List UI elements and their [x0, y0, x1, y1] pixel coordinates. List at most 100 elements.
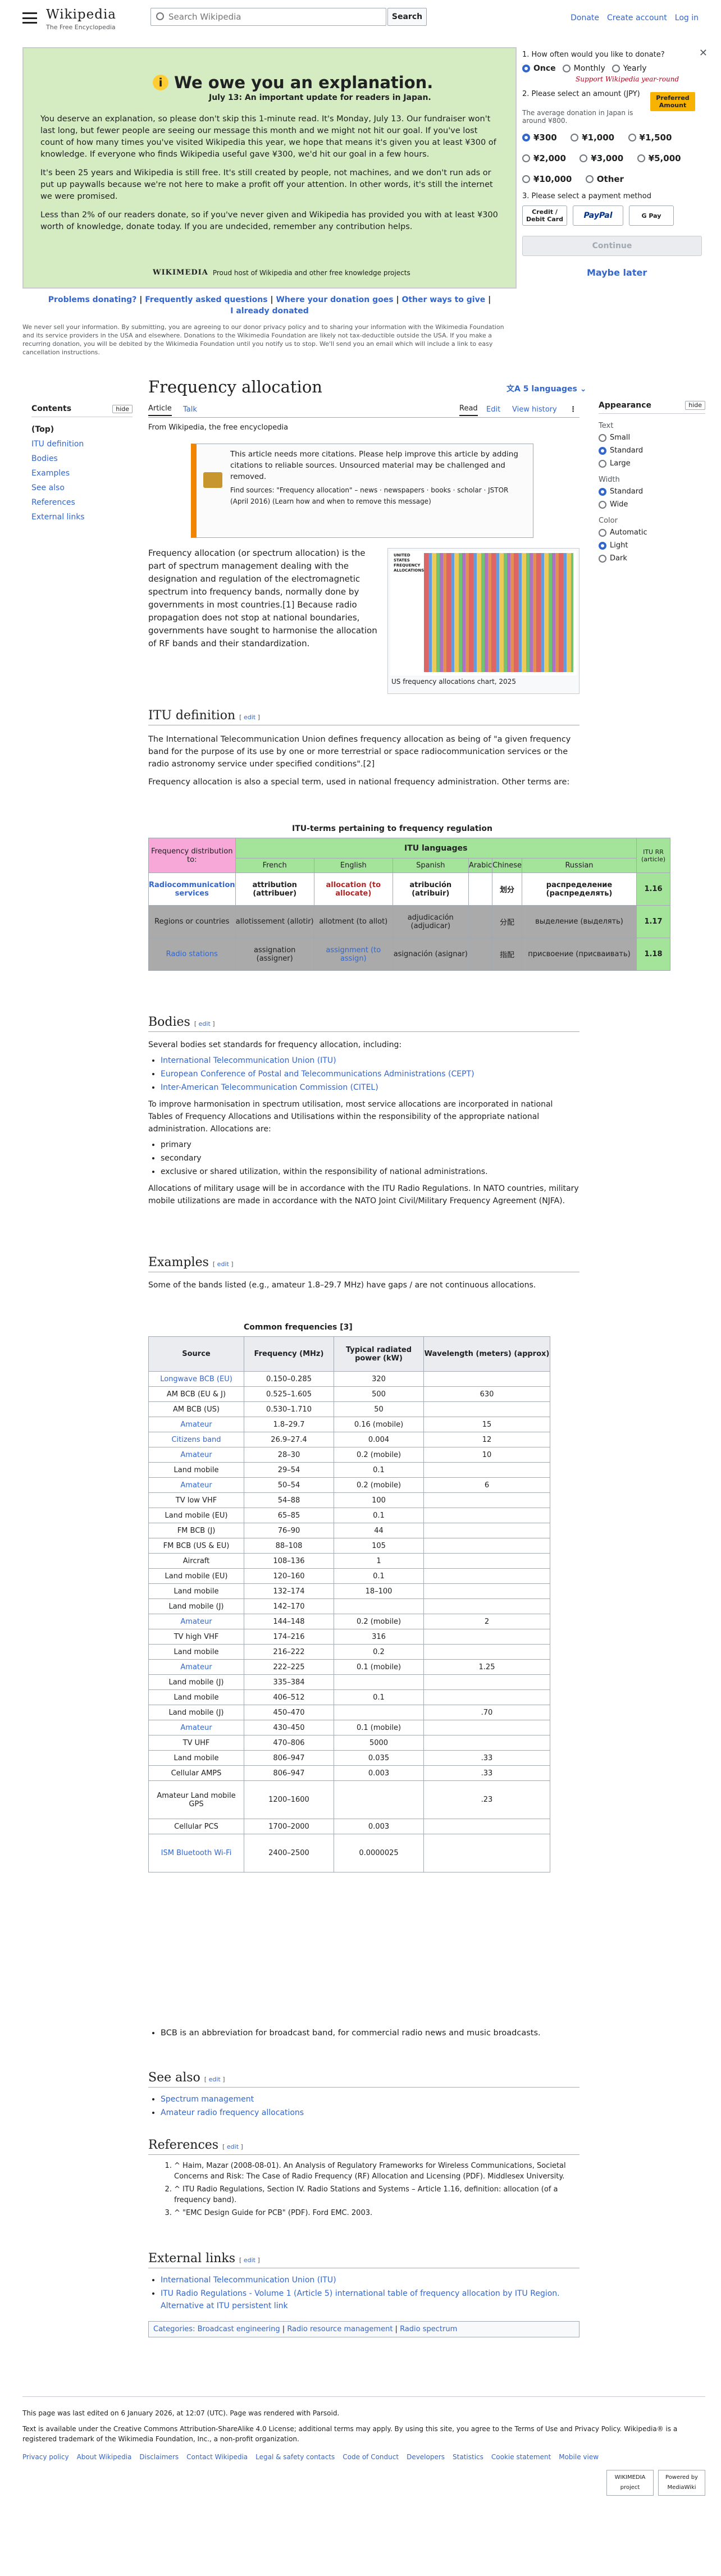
freq-cell[interactable]: Amateur	[148, 1720, 244, 1735]
more-tools-icon[interactable]: ⋮	[569, 405, 577, 414]
paypal-button[interactable]: PayPal	[573, 205, 623, 226]
toc-item[interactable]: External links	[31, 513, 133, 522]
freq-cell[interactable]: Land mobile (EU)	[148, 1568, 244, 1584]
color-automatic[interactable]: Automatic	[599, 528, 705, 537]
category-link[interactable]: Radio resource management	[287, 2325, 393, 2333]
where-link[interactable]: Where your donation goes	[276, 295, 393, 304]
see-also-link[interactable]: Amateur radio frequency allocations	[161, 2108, 304, 2117]
tab-history[interactable]: View history	[512, 405, 557, 414]
category-link[interactable]: Radio spectrum	[400, 2325, 457, 2333]
text-small[interactable]: Small	[599, 433, 705, 442]
freq-cell[interactable]: Land mobile	[148, 1462, 244, 1478]
frequency-chart-image[interactable]: UNITED STATES FREQUENCY ALLOCATIONS	[390, 551, 577, 675]
faq-link[interactable]: Frequently asked questions	[145, 295, 267, 304]
amount-1000[interactable]: ¥1,000	[571, 128, 614, 147]
external-link[interactable]: International Telecommunication Union (I…	[161, 2276, 336, 2285]
footer-link[interactable]: Code of Conduct	[343, 2452, 399, 2462]
freq-cell[interactable]: TV high VHF	[148, 1629, 244, 1645]
freq-cell[interactable]: Amateur	[148, 1447, 244, 1463]
width-wide[interactable]: Wide	[599, 500, 705, 509]
see-also-link[interactable]: Spectrum management	[161, 2095, 254, 2104]
mediawiki-badge[interactable]: Powered by MediaWiki	[658, 2470, 705, 2496]
text-large[interactable]: Large	[599, 459, 705, 468]
footer-link[interactable]: Mobile view	[559, 2452, 599, 2462]
login-link[interactable]: Log in	[675, 13, 699, 22]
amount-5000[interactable]: ¥5,000	[637, 149, 681, 168]
freq-cell[interactable]: Land mobile	[148, 1644, 244, 1660]
categories-label[interactable]: Categories:	[153, 2325, 195, 2333]
wikipedia-wordmark[interactable]: Wikipedia	[46, 7, 116, 22]
freq-cell[interactable]: Amateur	[148, 1659, 244, 1675]
continue-button[interactable]: Continue	[522, 236, 702, 256]
color-light[interactable]: Light	[599, 541, 705, 550]
freq-cell[interactable]: Land mobile (J)	[148, 1705, 244, 1720]
toc-item[interactable]: ITU definition	[31, 440, 133, 449]
amount-3000[interactable]: ¥3,000	[579, 149, 623, 168]
toc-hide-button[interactable]: hide	[112, 404, 133, 413]
freq-cell[interactable]: AM BCB (US)	[148, 1401, 244, 1417]
freq-cell[interactable]: Citizens band	[148, 1432, 244, 1447]
freq-cell[interactable]: AM BCB (EU & J)	[148, 1386, 244, 1402]
freq-cell[interactable]: Longwave BCB (EU)	[148, 1371, 244, 1387]
category-link[interactable]: Broadcast engineering	[198, 2325, 280, 2333]
footer-link[interactable]: Cookie statement	[491, 2452, 551, 2462]
edit-link[interactable]: edit	[217, 1260, 229, 1268]
already-donated-link[interactable]: I already donated	[230, 307, 308, 316]
freq-cell[interactable]: Land mobile	[148, 1689, 244, 1705]
maybe-later-link[interactable]: Maybe later	[587, 267, 647, 278]
close-icon[interactable]: ✕	[699, 47, 708, 59]
body-item[interactable]: European Conference of Postal and Teleco…	[161, 1070, 474, 1079]
footer-link[interactable]: Contact Wikipedia	[186, 2452, 248, 2462]
amount-2000[interactable]: ¥2,000	[522, 149, 566, 168]
search-input[interactable]	[168, 8, 376, 25]
external-link[interactable]: ITU Radio Regulations - Volume 1 (Articl…	[161, 2289, 560, 2310]
create-account-link[interactable]: Create account	[607, 13, 667, 22]
footer-link[interactable]: Developers	[407, 2452, 445, 2462]
freq-cell[interactable]: Land mobile	[148, 1583, 244, 1599]
freq-cell[interactable]: Cellular PCS	[148, 1819, 244, 1834]
edit-link[interactable]: edit	[209, 2076, 221, 2083]
toc-item[interactable]: See also	[31, 483, 133, 492]
freq-cell[interactable]: FM BCB (US & EU)	[148, 1538, 244, 1554]
donate-link[interactable]: Donate	[571, 13, 599, 22]
freq-cell[interactable]: TV UHF	[148, 1735, 244, 1751]
toc-item[interactable]: Examples	[31, 469, 133, 478]
freq-cell[interactable]: Land mobile (J)	[148, 1674, 244, 1690]
freq-cell[interactable]: TV low VHF	[148, 1492, 244, 1508]
freq-monthly[interactable]: Monthly	[562, 64, 605, 73]
freq-cell[interactable]: Aircraft	[148, 1553, 244, 1569]
freq-cell[interactable]: FM BCB (J)	[148, 1523, 244, 1538]
freq-cell[interactable]: Cellular AMPS	[148, 1765, 244, 1781]
tab-read[interactable]: Read	[459, 404, 478, 416]
freq-once[interactable]: Once	[522, 64, 556, 73]
edit-link[interactable]: edit	[244, 714, 255, 721]
footer-link[interactable]: Legal & safety contacts	[255, 2452, 335, 2462]
main-menu-icon[interactable]	[22, 12, 37, 24]
freq-cell[interactable]: Land mobile (EU)	[148, 1508, 244, 1523]
tab-talk[interactable]: Talk	[183, 405, 197, 414]
itu-row-label[interactable]: Radio stations	[148, 938, 236, 971]
itu-row-label[interactable]: Radiocommunication services	[148, 873, 236, 906]
footer-link[interactable]: Statistics	[453, 2452, 483, 2462]
toc-item-top[interactable]: (Top)	[31, 425, 133, 434]
edit-link[interactable]: edit	[227, 2143, 239, 2150]
freq-yearly[interactable]: Yearly	[612, 64, 647, 73]
appearance-hide-button[interactable]: hide	[685, 401, 705, 410]
tab-article[interactable]: Article	[148, 404, 172, 416]
freq-cell[interactable]: Amateur Land mobile GPS	[148, 1780, 244, 1819]
card-button[interactable]: Credit / Debit Card	[522, 205, 567, 226]
body-item[interactable]: Inter-American Telecommunication Commiss…	[161, 1083, 378, 1092]
freq-cell[interactable]: Amateur	[148, 1614, 244, 1629]
other-ways-link[interactable]: Other ways to give	[401, 295, 485, 304]
toc-item[interactable]: Bodies	[31, 454, 133, 463]
itu-row-label[interactable]: Regions or countries	[148, 905, 236, 938]
color-dark[interactable]: Dark	[599, 554, 705, 563]
gpay-button[interactable]: G Pay	[629, 205, 674, 226]
freq-cell[interactable]: Land mobile (J)	[148, 1598, 244, 1614]
problems-link[interactable]: Problems donating?	[48, 295, 137, 304]
language-button[interactable]: 文A 5 languages ⌄	[506, 383, 586, 394]
footer-link[interactable]: Privacy policy	[22, 2452, 69, 2462]
edit-link[interactable]: edit	[244, 2257, 255, 2264]
toc-item[interactable]: References	[31, 498, 133, 507]
text-standard[interactable]: Standard	[599, 446, 705, 455]
